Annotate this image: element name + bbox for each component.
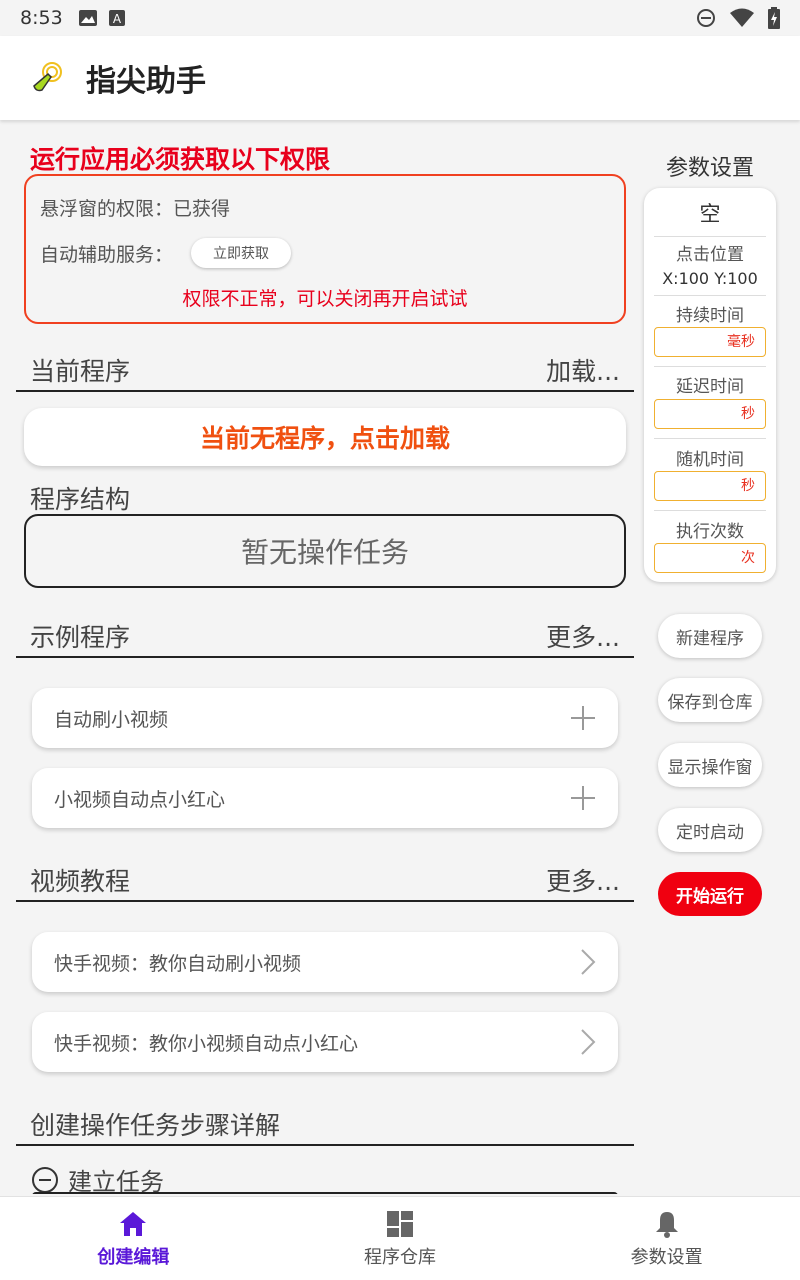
- tutorial-item[interactable]: 快手视频：教你自动刷小视频: [32, 932, 618, 992]
- permission-warning: 权限不正常，可以关闭再开启试试: [182, 288, 468, 310]
- step-build-task-label: 建立任务: [68, 1168, 164, 1194]
- random-label: 随机时间: [676, 450, 744, 470]
- current-program-header: 当前程序 加载...: [16, 348, 634, 392]
- click-position-value[interactable]: X:100 Y:100: [644, 269, 776, 288]
- tutorials-more-link[interactable]: 更多...: [546, 862, 620, 898]
- plus-icon[interactable]: [570, 768, 596, 828]
- show-operation-window-button[interactable]: 显示操作窗: [658, 743, 762, 787]
- svg-text:A: A: [113, 12, 122, 26]
- examples-more-link[interactable]: 更多...: [546, 618, 620, 654]
- accessibility-permission-row: 自动辅助服务： 立即获取: [40, 238, 292, 268]
- example-item[interactable]: 小视频自动点小红心: [32, 768, 618, 828]
- example-item-label: 小视频自动点小红心: [54, 788, 226, 811]
- nav-create-edit[interactable]: 创建编辑: [0, 1197, 267, 1280]
- load-program-link[interactable]: 加载...: [546, 352, 620, 388]
- nav-program-repo-label: 程序仓库: [364, 1246, 436, 1268]
- plus-icon[interactable]: [570, 688, 596, 748]
- divider: [654, 236, 766, 237]
- dashboard-icon: [387, 1210, 413, 1237]
- save-to-repo-button[interactable]: 保存到仓库: [658, 678, 762, 722]
- program-structure-label: 程序结构: [30, 485, 131, 514]
- do-not-disturb-icon: [697, 9, 715, 27]
- steps-header: 创建操作任务步骤详解: [16, 1102, 634, 1146]
- current-program-label: 当前程序: [30, 357, 131, 386]
- example-item[interactable]: 自动刷小视频: [32, 688, 618, 748]
- random-input[interactable]: 秒: [654, 471, 766, 501]
- get-permission-button[interactable]: 立即获取: [191, 238, 292, 268]
- example-item-label: 自动刷小视频: [54, 708, 169, 731]
- tutorial-item-label: 快手视频：教你小视频自动点小红心: [54, 1032, 359, 1055]
- timed-start-button[interactable]: 定时启动: [658, 808, 762, 852]
- step-build-task[interactable]: 建立任务: [32, 1162, 164, 1194]
- float-window-permission: 悬浮窗的权限：已获得: [40, 198, 231, 220]
- bell-icon: [655, 1211, 678, 1238]
- home-icon: [120, 1211, 147, 1236]
- program-name: 空: [699, 202, 721, 226]
- count-input[interactable]: 次: [654, 543, 766, 573]
- nav-program-repo[interactable]: 程序仓库: [267, 1197, 534, 1280]
- count-label: 执行次数: [676, 522, 744, 542]
- params-title: 参数设置: [665, 156, 754, 181]
- params-card: 空 点击位置 X:100 Y:100 持续时间 毫秒 延迟时间 秒 随机时间 秒…: [644, 188, 776, 582]
- app-bar: 指尖助手: [0, 36, 800, 120]
- tutorials-label: 视频教程: [30, 867, 131, 896]
- start-run-button[interactable]: 开始运行: [658, 872, 762, 916]
- click-position-label: 点击位置: [676, 245, 744, 265]
- accessibility-label: 自动辅助服务：: [40, 243, 174, 266]
- main-content[interactable]: 运行应用必须获取以下权限 悬浮窗的权限：已获得 自动辅助服务： 立即获取 权限不…: [0, 122, 640, 1194]
- divider: [654, 438, 766, 439]
- nav-params-label: 参数设置: [630, 1246, 703, 1268]
- steps-label: 创建操作任务步骤详解: [30, 1111, 281, 1140]
- duration-label: 持续时间: [676, 306, 744, 326]
- program-structure-box: 暂无操作任务: [24, 514, 626, 588]
- tutorial-item-label: 快手视频：教你自动刷小视频: [54, 952, 302, 975]
- step-content-edge: [32, 1192, 618, 1194]
- finger-tap-logo-icon: [33, 62, 62, 92]
- bottom-nav: 创建编辑 程序仓库 参数设置: [0, 1196, 800, 1280]
- nav-create-edit-label: 创建编辑: [97, 1246, 170, 1268]
- examples-header: 示例程序 更多...: [16, 614, 634, 658]
- divider: [654, 366, 766, 367]
- tutorials-header: 视频教程 更多...: [16, 858, 634, 902]
- divider: [654, 510, 766, 511]
- examples-label: 示例程序: [30, 623, 131, 652]
- delay-label: 延迟时间: [676, 377, 744, 397]
- duration-input[interactable]: 毫秒: [654, 327, 766, 357]
- image-icon: [78, 10, 97, 26]
- permissions-title: 运行应用必须获取以下权限: [30, 145, 331, 174]
- battery-icon: [768, 7, 780, 29]
- new-program-button[interactable]: 新建程序: [658, 614, 762, 658]
- divider: [654, 295, 766, 296]
- collapse-minus-icon[interactable]: [32, 1166, 58, 1193]
- app-title: 指尖助手: [86, 64, 206, 99]
- wifi-icon: [730, 8, 754, 27]
- chevron-right-icon: [580, 932, 596, 992]
- load-program-card[interactable]: 当前无程序，点击加载: [24, 408, 626, 466]
- status-time: 8:53: [20, 7, 63, 29]
- tutorial-item[interactable]: 快手视频：教你小视频自动点小红心: [32, 1012, 618, 1072]
- delay-input[interactable]: 秒: [654, 399, 766, 429]
- nav-params[interactable]: 参数设置: [533, 1197, 800, 1280]
- chevron-right-icon: [580, 1012, 596, 1072]
- status-bar: 8:53 A: [0, 0, 800, 36]
- font-icon: A: [108, 10, 125, 26]
- permissions-box: 悬浮窗的权限：已获得 自动辅助服务： 立即获取 权限不正常，可以关闭再开启试试: [24, 174, 626, 324]
